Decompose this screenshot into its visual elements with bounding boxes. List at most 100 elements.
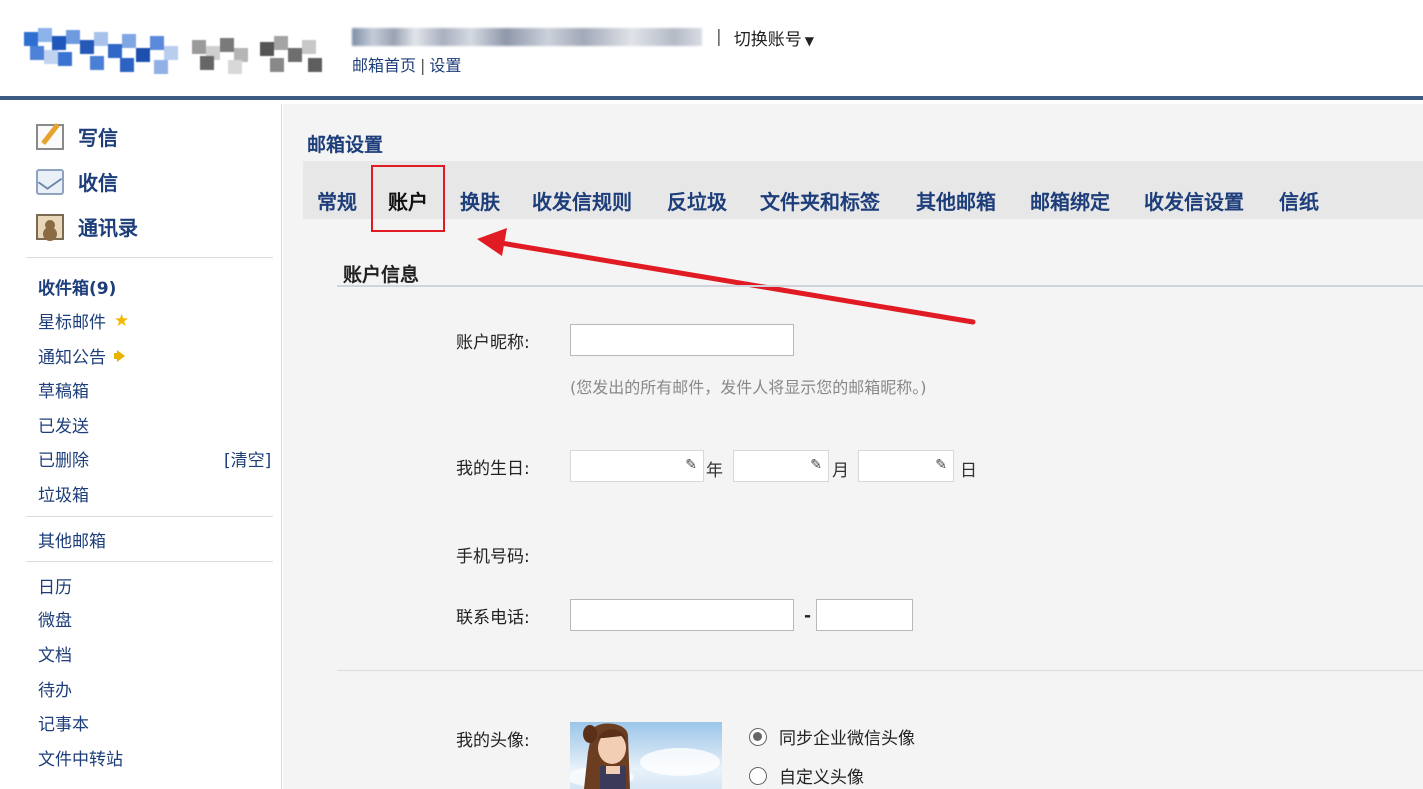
tab-anti-spam[interactable]: 反垃圾 [667,186,727,215]
compose-label: 写信 [78,126,118,150]
avatar-option-wechat[interactable]: 同步企业微信头像 [749,724,915,749]
blurred-logo-graphic [24,28,322,74]
link-separator: | [420,56,426,75]
company-logo [20,22,332,78]
sidebar-item-todo[interactable]: 待办 [38,676,72,701]
sidebar-item-label: 通知公告 [38,348,106,368]
tab-folders-labels[interactable]: 文件夹和标签 [760,186,880,215]
avatar-option-label: 自定义头像 [779,768,864,788]
sidebar-item-drive[interactable]: 微盘 [38,606,72,631]
mobile-label: 手机号码: [456,547,530,567]
birthday-day-select[interactable] [858,450,954,482]
active-tab-highlight-box [371,165,445,232]
contact-phone-input[interactable] [570,599,794,631]
sidebar-item-notes[interactable]: 记事本 [38,710,89,735]
birthday-label: 我的生日: [456,459,530,479]
contacts-button[interactable]: 通讯录 [36,212,138,241]
page-title: 邮箱设置 [307,134,384,156]
sidebar-item-notices[interactable]: 通知公告 [38,343,128,368]
sidebar-item-label: 微盘 [38,611,72,631]
section-title: 账户信息 [343,264,420,286]
sidebar-item-sent[interactable]: 已发送 [38,412,89,437]
switch-account-button[interactable]: 切换账号 ▼ [734,25,814,50]
sidebar-item-label: 收件箱(9) [38,279,117,299]
birthday-month-select[interactable] [733,450,829,482]
inbox-icon [36,168,64,195]
mailbox-home-link[interactable]: 邮箱首页 [352,56,416,75]
inbox-check-label: 收信 [78,171,118,195]
sidebar-divider [26,257,273,258]
avatar-label: 我的头像: [456,731,530,751]
contacts-icon [36,213,64,240]
sidebar-item-label: 已删除 [38,451,89,471]
sidebar-divider [26,561,273,562]
sidebar-item-other-mailbox[interactable]: 其他邮箱 [38,527,106,552]
sidebar-divider [26,516,273,517]
tab-general[interactable]: 常规 [317,186,357,215]
tab-mail-rules[interactable]: 收发信规则 [532,186,632,215]
sidebar-item-label: 文档 [38,646,72,666]
birthday-year-unit: 年 [706,461,723,481]
avatar-option-custom[interactable]: 自定义头像 [749,763,864,788]
sidebar-item-spam[interactable]: 垃圾箱 [38,481,89,506]
speaker-icon [114,350,128,362]
sidebar-item-label: 其他邮箱 [38,532,106,552]
tab-stationery[interactable]: 信纸 [1279,186,1319,215]
settings-panel: 邮箱设置 常规 账户 换肤 收发信规则 反垃圾 文件夹和标签 其他邮箱 邮箱绑定… [283,104,1423,789]
account-bar: | 切换账号 ▼ [352,24,814,50]
sidebar-item-label: 草稿箱 [38,382,89,402]
radio-unselected-icon [749,766,767,785]
sidebar-item-docs[interactable]: 文档 [38,641,72,666]
sidebar-item-label: 星标邮件 [38,313,106,333]
settings-tab-bar: 常规 账户 换肤 收发信规则 反垃圾 文件夹和标签 其他邮箱 邮箱绑定 收发信设… [303,161,1423,219]
tab-send-receive-settings[interactable]: 收发信设置 [1144,186,1244,215]
top-header: | 切换账号 ▼ 邮箱首页 | 设置 [0,0,1423,100]
sidebar-item-label: 文件中转站 [38,750,123,770]
clear-deleted-link[interactable]: [清空] [224,446,271,471]
settings-link[interactable]: 设置 [429,56,461,75]
tab-skin[interactable]: 换肤 [460,186,500,215]
caret-down-icon: ▼ [804,33,814,48]
avatar-option-label: 同步企业微信头像 [779,729,915,749]
sidebar-item-label: 日历 [38,578,72,598]
extension-input[interactable] [816,599,913,631]
birthday-day-unit: 日 [960,461,977,481]
section-divider [337,670,1423,671]
account-separator: | [716,27,722,47]
sidebar-item-label: 待办 [38,681,72,701]
avatar [570,722,722,789]
sidebar-item-label: 记事本 [38,715,89,735]
arrow-shaft [492,239,976,325]
sidebar-item-drafts[interactable]: 草稿箱 [38,377,89,402]
contacts-label: 通讯录 [78,216,138,240]
birthday-month-unit: 月 [832,461,849,481]
phone-separator: - [804,606,812,626]
sidebar-item-file-transfer[interactable]: 文件中转站 [38,745,123,770]
compose-button[interactable]: 写信 [36,122,118,151]
annotation-arrow [477,228,976,325]
inbox-check-button[interactable]: 收信 [36,167,118,196]
switch-account-label: 切换账号 [733,29,802,50]
sidebar-item-starred[interactable]: 星标邮件 ★ [38,308,130,334]
nickname-input[interactable] [570,324,794,356]
account-email-redacted [352,28,702,46]
sidebar-item-inbox[interactable]: 收件箱(9) [38,274,116,299]
compose-icon [36,123,64,150]
nickname-label: 账户昵称: [456,333,530,353]
arrow-head [477,228,507,256]
tab-mailbox-binding[interactable]: 邮箱绑定 [1030,186,1110,215]
tab-other-mailbox[interactable]: 其他邮箱 [916,186,996,215]
sidebar: 写信 收信 通讯录 收件箱(9) 星标邮件 ★ 通知公告 草稿箱 已发送 已删除 … [0,104,282,789]
top-links: 邮箱首页 | 设置 [352,52,461,76]
sidebar-item-label: 已发送 [38,417,89,437]
nickname-hint: (您发出的所有邮件，发件人将显示您的邮箱昵称。) [570,378,927,397]
avatar-picture [570,723,720,789]
birthday-year-select[interactable] [570,450,704,482]
section-divider [337,285,1423,287]
sidebar-item-calendar[interactable]: 日历 [38,573,72,598]
radio-selected-icon [749,727,767,746]
sidebar-item-deleted[interactable]: 已删除 [38,446,89,471]
contact-phone-label: 联系电话: [456,608,530,628]
star-icon: ★ [114,310,130,331]
sidebar-item-label: 垃圾箱 [38,486,89,506]
